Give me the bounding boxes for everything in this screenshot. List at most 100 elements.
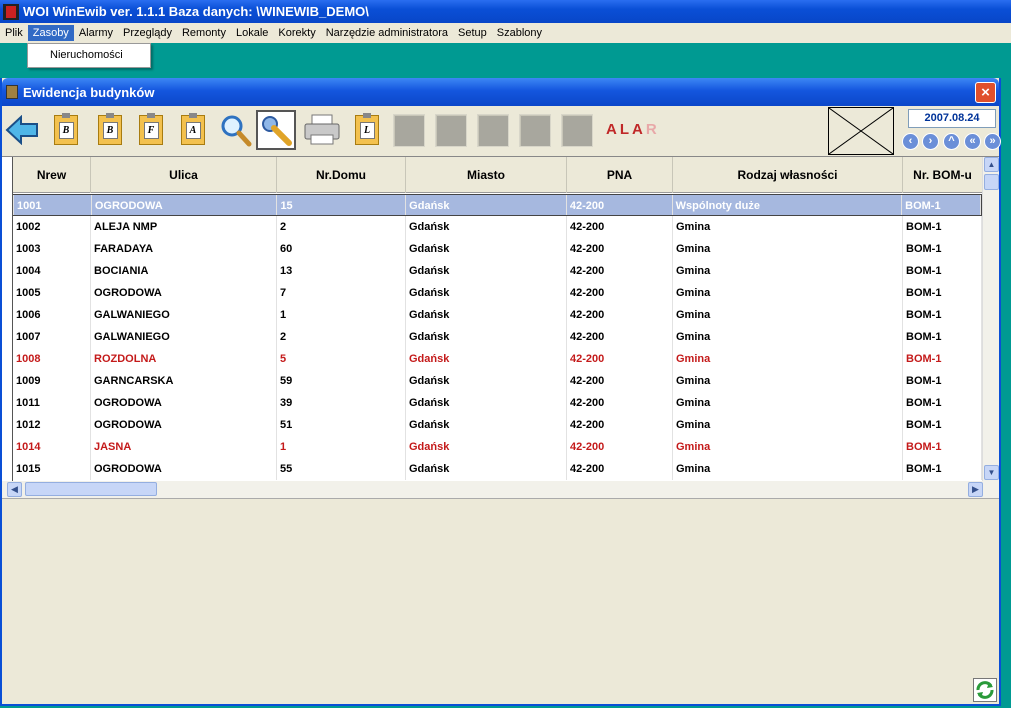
cell-pna[interactable]: 42-200 [567, 392, 673, 414]
back-button[interactable] [2, 110, 42, 150]
cell-bom[interactable]: BOM-1 [903, 326, 982, 348]
cell-miasto[interactable]: Gdańsk [406, 282, 567, 304]
cell-pna[interactable]: 42-200 [567, 282, 673, 304]
refresh-button[interactable] [973, 678, 997, 702]
table-row[interactable]: 1008 ROZDOLNA 5 Gdańsk 42-200 Gmina BOM-1 [2, 348, 982, 370]
menu-plik[interactable]: Plik [0, 25, 28, 41]
cell-nr[interactable]: 7 [277, 282, 406, 304]
alarm-indicator[interactable]: ALAR [606, 121, 660, 138]
cell-miasto[interactable]: Gdańsk [406, 370, 567, 392]
cell-miasto[interactable]: Gdańsk [406, 348, 567, 370]
budynek-button[interactable]: B [46, 110, 86, 150]
scroll-up-icon[interactable]: ▲ [984, 157, 999, 172]
menu-setup[interactable]: Setup [453, 25, 492, 41]
cell-rodzaj[interactable]: Gmina [673, 414, 903, 436]
l-button[interactable]: L [347, 110, 387, 150]
search-button[interactable] [215, 110, 255, 150]
cell-nrew[interactable]: 1011 [13, 392, 91, 414]
cell-miasto[interactable]: Gdańsk [406, 195, 567, 215]
horizontal-scroll-thumb[interactable] [25, 482, 157, 496]
table-row[interactable]: 1002 ALEJA NMP 2 Gdańsk 42-200 Gmina BOM-1 [2, 216, 982, 238]
disabled-button-2[interactable] [435, 114, 467, 147]
cell-pna[interactable]: 42-200 [567, 414, 673, 436]
cell-nr[interactable]: 2 [277, 326, 406, 348]
cell-ulica[interactable]: OGRODOWA [92, 195, 278, 215]
menu-szablony[interactable]: Szablony [492, 25, 547, 41]
cell-nr[interactable]: 5 [277, 348, 406, 370]
col-nr-bomu[interactable]: Nr. BOM-u [903, 157, 982, 193]
cell-nr[interactable]: 51 [277, 414, 406, 436]
cell-ulica[interactable]: OGRODOWA [91, 282, 277, 304]
cell-rodzaj[interactable]: Gmina [673, 392, 903, 414]
menu-remonty[interactable]: Remonty [177, 25, 231, 41]
table-row[interactable]: 1001 OGRODOWA 15 Gdańsk 42-200 Wspólnoty duże… [2, 194, 982, 216]
nav-first-icon[interactable]: « [964, 133, 981, 150]
cell-bom[interactable]: BOM-1 [903, 370, 982, 392]
cell-bom[interactable]: BOM-1 [903, 304, 982, 326]
cell-pna[interactable]: 42-200 [567, 436, 673, 458]
vertical-scroll-thumb[interactable] [984, 174, 999, 190]
cell-ulica[interactable]: ROZDOLNA [91, 348, 277, 370]
cell-miasto[interactable]: Gdańsk [406, 436, 567, 458]
cell-nrew[interactable]: 1005 [13, 282, 91, 304]
cell-bom[interactable]: BOM-1 [903, 458, 982, 480]
cell-rodzaj[interactable]: Gmina [673, 260, 903, 282]
scroll-down-icon[interactable]: ▼ [984, 465, 999, 480]
menu-narzedzie-administratora[interactable]: Narzędzie administratora [321, 25, 453, 41]
cell-rodzaj[interactable]: Gmina [673, 282, 903, 304]
horizontal-scrollbar[interactable]: ◀ ▶ [2, 481, 999, 498]
cell-miasto[interactable]: Gdańsk [406, 216, 567, 238]
nav-prev-icon[interactable]: ‹ [902, 133, 919, 150]
table-row[interactable]: 1015 OGRODOWA 55 Gdańsk 42-200 Gmina BOM-1 [2, 458, 982, 480]
cell-rodzaj[interactable]: Gmina [673, 458, 903, 480]
cell-nr[interactable]: 59 [277, 370, 406, 392]
cell-nrew[interactable]: 1008 [13, 348, 91, 370]
cell-rodzaj[interactable]: Gmina [673, 436, 903, 458]
cell-nrew[interactable]: 1014 [13, 436, 91, 458]
cell-nr[interactable]: 60 [277, 238, 406, 260]
col-nr-domu[interactable]: Nr.Domu [277, 157, 406, 193]
nav-next-icon[interactable]: › [922, 133, 939, 150]
date-field[interactable]: 2007.08.24 [908, 109, 996, 128]
cell-rodzaj[interactable]: Wspólnoty duże [673, 195, 903, 215]
cell-nrew[interactable]: 1001 [14, 195, 92, 215]
col-rodzaj-wlasnosci[interactable]: Rodzaj własności [673, 157, 903, 193]
cell-pna[interactable]: 42-200 [567, 260, 673, 282]
cell-bom[interactable]: BOM-1 [903, 216, 982, 238]
cell-pna[interactable]: 42-200 [567, 370, 673, 392]
cell-bom[interactable]: BOM-1 [903, 260, 982, 282]
col-nrew[interactable]: Nrew [13, 157, 91, 193]
cell-rodzaj[interactable]: Gmina [673, 216, 903, 238]
table-row[interactable]: 1014 JASNA 1 Gdańsk 42-200 Gmina BOM-1 [2, 436, 982, 458]
cell-pna[interactable]: 42-200 [567, 304, 673, 326]
cell-rodzaj[interactable]: Gmina [673, 326, 903, 348]
cell-ulica[interactable]: JASNA [91, 436, 277, 458]
table-row[interactable]: 1003 FARADAYA 60 Gdańsk 42-200 Gmina BOM-1 [2, 238, 982, 260]
a-button[interactable]: A [173, 110, 213, 150]
cell-nrew[interactable]: 1002 [13, 216, 91, 238]
table-row[interactable]: 1006 GALWANIEGO 1 Gdańsk 42-200 Gmina BOM-1 [2, 304, 982, 326]
table-row[interactable]: 1007 GALWANIEGO 2 Gdańsk 42-200 Gmina BOM-1 [2, 326, 982, 348]
dropdown-item-nieruchomosci[interactable]: Nieruchomości [50, 49, 123, 61]
print-button[interactable] [302, 110, 342, 150]
cell-ulica[interactable]: GALWANIEGO [91, 304, 277, 326]
disabled-button-5[interactable] [561, 114, 593, 147]
cell-miasto[interactable]: Gdańsk [406, 238, 567, 260]
cell-pna[interactable]: 42-200 [567, 195, 673, 215]
cell-nrew[interactable]: 1007 [13, 326, 91, 348]
tools-button[interactable] [256, 110, 296, 150]
cell-nrew[interactable]: 1003 [13, 238, 91, 260]
cell-pna[interactable]: 42-200 [567, 326, 673, 348]
cell-ulica[interactable]: OGRODOWA [91, 392, 277, 414]
cell-nr[interactable]: 55 [277, 458, 406, 480]
table-row[interactable]: 1009 GARNCARSKA 59 Gdańsk 42-200 Gmina BOM-1 [2, 370, 982, 392]
cell-pna[interactable]: 42-200 [567, 238, 673, 260]
col-miasto[interactable]: Miasto [406, 157, 567, 193]
cell-nrew[interactable]: 1012 [13, 414, 91, 436]
cell-nr[interactable]: 39 [277, 392, 406, 414]
cell-bom[interactable]: BOM-1 [903, 348, 982, 370]
cell-miasto[interactable]: Gdańsk [406, 260, 567, 282]
cell-pna[interactable]: 42-200 [567, 348, 673, 370]
close-button[interactable]: × [975, 82, 996, 103]
cell-rodzaj[interactable]: Gmina [673, 370, 903, 392]
